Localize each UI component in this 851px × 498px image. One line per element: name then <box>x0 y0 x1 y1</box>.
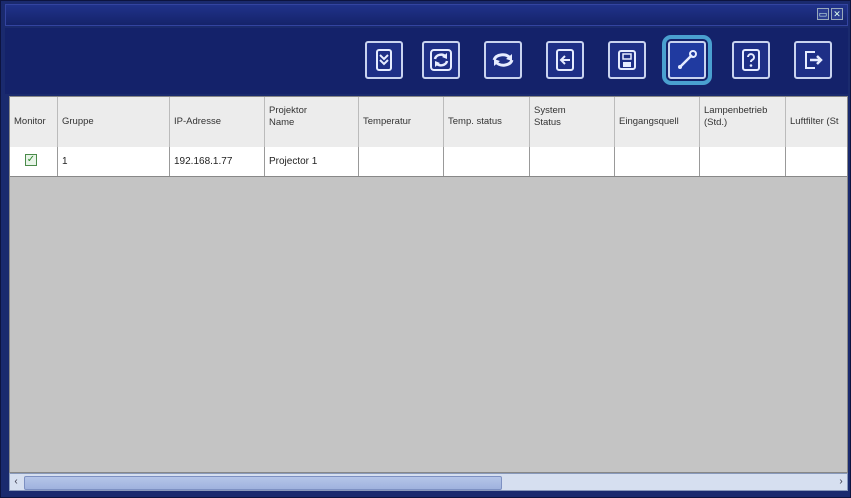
close-button[interactable]: ✕ <box>831 8 843 20</box>
cell-name: Projector 1 <box>265 147 359 176</box>
app-window: ▭ ✕ Monitor Gruppe IP-Adresse Projektor … <box>0 0 851 498</box>
save-icon <box>618 50 636 70</box>
sync-button[interactable] <box>484 41 522 79</box>
horizontal-scrollbar[interactable]: ‹ › <box>9 473 848 491</box>
cell-gruppe: 1 <box>58 147 170 176</box>
collapse-button[interactable] <box>365 41 403 79</box>
scrollbar-thumb[interactable] <box>24 476 502 490</box>
refresh-icon <box>430 49 452 71</box>
tools-button[interactable] <box>662 35 712 85</box>
cell-monitor[interactable]: ✓ <box>10 147 58 176</box>
refresh-button[interactable] <box>422 41 460 79</box>
table-row[interactable]: ✓ 1 192.168.1.77 Projector 1 <box>10 147 847 177</box>
cell-ip: 192.168.1.77 <box>170 147 265 176</box>
cell-system-status <box>530 147 615 176</box>
monitor-checkbox[interactable]: ✓ <box>25 154 37 166</box>
column-header-lampenbetrieb[interactable]: Lampenbetrieb (Std.) <box>700 97 786 147</box>
collapse-icon <box>376 49 392 71</box>
input-source-button[interactable] <box>546 41 584 79</box>
sync-icon <box>492 53 514 67</box>
scroll-left-arrow-icon[interactable]: ‹ <box>10 475 22 489</box>
cell-lampenbetrieb <box>700 147 786 176</box>
column-header-ip[interactable]: IP-Adresse <box>170 97 265 147</box>
window-controls: ▭ ✕ <box>817 8 843 20</box>
column-header-temp-status[interactable]: Temp. status <box>444 97 530 147</box>
help-icon <box>742 49 760 71</box>
column-header-system-status[interactable]: System Status <box>530 97 615 147</box>
exit-icon <box>805 51 823 69</box>
column-header-temperatur[interactable]: Temperatur <box>359 97 444 147</box>
title-bar: ▭ ✕ <box>5 4 848 26</box>
help-button[interactable] <box>732 41 770 79</box>
column-header-monitor[interactable]: Monitor <box>10 97 58 147</box>
cell-temp-status <box>444 147 530 176</box>
input-source-icon <box>556 49 574 71</box>
column-header-gruppe[interactable]: Gruppe <box>58 97 170 147</box>
tools-icon <box>678 50 697 69</box>
cell-luftfilter <box>786 147 847 176</box>
column-header-name[interactable]: Projektor Name <box>265 97 359 147</box>
cell-eingangsquelle <box>615 147 700 176</box>
projector-table: Monitor Gruppe IP-Adresse Projektor Name… <box>9 96 848 473</box>
table-header: Monitor Gruppe IP-Adresse Projektor Name… <box>10 97 847 148</box>
column-header-luftfilter[interactable]: Luftfilter (St <box>786 97 847 147</box>
toolbar <box>5 28 848 94</box>
scroll-right-arrow-icon[interactable]: › <box>835 475 847 489</box>
minimize-button[interactable]: ▭ <box>817 8 829 20</box>
cell-temperatur <box>359 147 444 176</box>
column-header-eingangsquelle[interactable]: Eingangsquell <box>615 97 700 147</box>
exit-button[interactable] <box>794 41 832 79</box>
save-button[interactable] <box>608 41 646 79</box>
